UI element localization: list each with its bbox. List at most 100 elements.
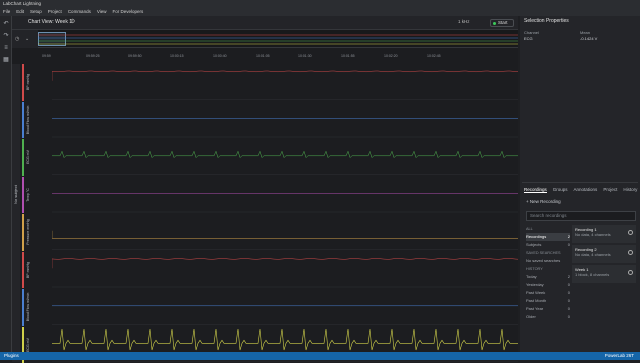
- history-past-month[interactable]: Past Month0: [526, 297, 570, 305]
- time-tick: 09:59:25: [86, 54, 100, 58]
- history-past-week[interactable]: Past Week 0: [526, 289, 570, 297]
- channel-name: Blood Flow ml/min: [26, 105, 30, 134]
- chart-view-panel: Chart View: Week 1 ⚙ 1 kHz Start ◷ ⌄ 09:…: [12, 16, 518, 352]
- mean-column-header: Mean: [580, 30, 590, 35]
- tab-history[interactable]: History: [623, 187, 637, 193]
- tab-groups[interactable]: Groups: [553, 187, 568, 193]
- menu-edit[interactable]: Edit: [16, 8, 24, 16]
- history-label: Older: [526, 314, 536, 319]
- history-older[interactable]: Older 0: [526, 313, 570, 321]
- history-label: Past Week: [526, 290, 545, 295]
- channel-name: Blood Flow ml/min: [26, 293, 30, 322]
- channel-name: Pressure mmHg: [26, 220, 30, 245]
- radio-icon[interactable]: [628, 250, 633, 255]
- radio-icon[interactable]: [628, 230, 633, 235]
- menu-project[interactable]: Project: [48, 8, 62, 16]
- recording-item[interactable]: Recording 1 No data, 4 channels: [572, 225, 636, 243]
- time-tick: 09:59: [42, 54, 51, 58]
- channel-name: BP mmHg: [26, 262, 30, 278]
- start-button[interactable]: Start: [490, 19, 514, 27]
- channel-name: ECG mV: [26, 338, 30, 352]
- new-recording-button[interactable]: + New Recording: [526, 199, 561, 204]
- recording-subtitle: No data, 4 channels: [575, 232, 633, 237]
- filter-label: Subjects: [526, 242, 541, 247]
- recordings-tabs: Recordings Groups Annotations Project Hi…: [524, 187, 637, 193]
- channel-label[interactable]: BP mmHg: [22, 64, 44, 101]
- menu-file[interactable]: File: [3, 8, 10, 16]
- recording-subtitle: 1 block, 8 channels: [575, 272, 633, 277]
- history-yesterday[interactable]: Yesterday0: [526, 281, 570, 289]
- record-dot-icon: [493, 22, 496, 25]
- history-count: 0: [568, 297, 570, 305]
- subject-strip: No subject: [12, 64, 20, 362]
- channel-color-bar: [22, 64, 24, 101]
- channel-color-bar: [22, 139, 24, 176]
- status-left[interactable]: Plugins: [4, 352, 19, 360]
- tab-annotations[interactable]: Annotations: [574, 187, 598, 193]
- history-count: 2: [568, 273, 570, 281]
- saved-searches-empty: No saved searches: [526, 257, 570, 265]
- channel-trace: [52, 329, 518, 350]
- menu-for-developers[interactable]: For Developers: [113, 8, 144, 16]
- history-today[interactable]: Today 2: [526, 273, 570, 281]
- status-bar: Plugins PowerLab 26T: [0, 352, 640, 360]
- channel-color-bar: [22, 252, 24, 289]
- channel-label[interactable]: BP mmHg: [22, 252, 44, 289]
- time-tick: 10:02:45: [427, 54, 441, 58]
- channel-name: BP mmHg: [26, 74, 30, 90]
- tab-recordings[interactable]: Recordings: [524, 187, 547, 193]
- history-past-year[interactable]: Past Year0: [526, 305, 570, 313]
- search-recordings-input[interactable]: Search recordings: [526, 211, 636, 221]
- menu-commands[interactable]: Commands: [68, 8, 91, 16]
- chevron-down-icon[interactable]: ⌄: [25, 36, 29, 42]
- menu-setup[interactable]: Setup: [30, 8, 42, 16]
- history-count: 0: [568, 313, 570, 321]
- chart-plot-area[interactable]: [52, 62, 518, 362]
- channel-color-bar: [22, 102, 24, 139]
- time-tick: 09:59:50: [128, 54, 142, 58]
- redo-icon[interactable]: ↷: [2, 32, 10, 40]
- channel-column-header: Channel: [524, 30, 539, 35]
- overview-controls: ◷ ⌄: [12, 30, 38, 48]
- layers-icon[interactable]: ≡: [2, 44, 10, 52]
- clock-icon[interactable]: ◷: [15, 36, 19, 42]
- history-label: Past Year: [526, 306, 543, 311]
- undo-icon[interactable]: ↶: [2, 20, 10, 28]
- channel-color-bar: [22, 177, 24, 214]
- channel-label[interactable]: Blood Flow ml/min: [22, 289, 44, 326]
- time-tick: 10:00:15: [170, 54, 184, 58]
- history-header: HISTORY: [526, 265, 570, 273]
- filter-count: 2: [568, 233, 570, 241]
- overview-strip[interactable]: [38, 30, 518, 48]
- channel-label[interactable]: Temp °C: [22, 177, 44, 214]
- history-label: Yesterday: [526, 282, 544, 287]
- time-tick: 10:01:05: [256, 54, 270, 58]
- filters-all-header: ALL: [526, 225, 570, 233]
- channel-trace: [52, 231, 518, 239]
- saved-searches-header: SAVED SEARCHES: [526, 249, 570, 257]
- menu-view[interactable]: View: [97, 8, 107, 16]
- sample-rate-select[interactable]: 1 kHz: [458, 19, 470, 24]
- channel-trace: [52, 151, 518, 157]
- start-label: Start: [498, 20, 508, 25]
- filter-subjects[interactable]: Subjects 0: [526, 241, 570, 249]
- recording-subtitle: No data, 4 channels: [575, 252, 633, 257]
- tab-project[interactable]: Project: [603, 187, 617, 193]
- history-count: 0: [568, 289, 570, 297]
- channel-label[interactable]: Pressure mmHg: [22, 214, 44, 251]
- filter-recordings[interactable]: Recordings2: [526, 233, 570, 241]
- selection-channel-value: ECG: [524, 36, 533, 41]
- grid-icon[interactable]: ▦: [2, 56, 10, 64]
- recordings-list: Recording 1 No data, 4 channels Recordin…: [572, 225, 636, 285]
- gear-icon[interactable]: ⚙: [70, 18, 75, 25]
- radio-icon[interactable]: [628, 270, 633, 275]
- history-label: Today: [526, 274, 537, 279]
- selection-mean-value: -0.1424 V: [580, 36, 597, 41]
- channel-label[interactable]: Blood Flow ml/min: [22, 102, 44, 139]
- recording-item[interactable]: Recording 2 No data, 4 channels: [572, 245, 636, 263]
- channel-color-bar: [22, 289, 24, 326]
- filter-count: 0: [568, 241, 570, 249]
- channel-label[interactable]: ECG mV: [22, 139, 44, 176]
- status-right: PowerLab 26T: [605, 352, 634, 360]
- recording-item[interactable]: Week 1 1 block, 8 channels: [572, 265, 636, 283]
